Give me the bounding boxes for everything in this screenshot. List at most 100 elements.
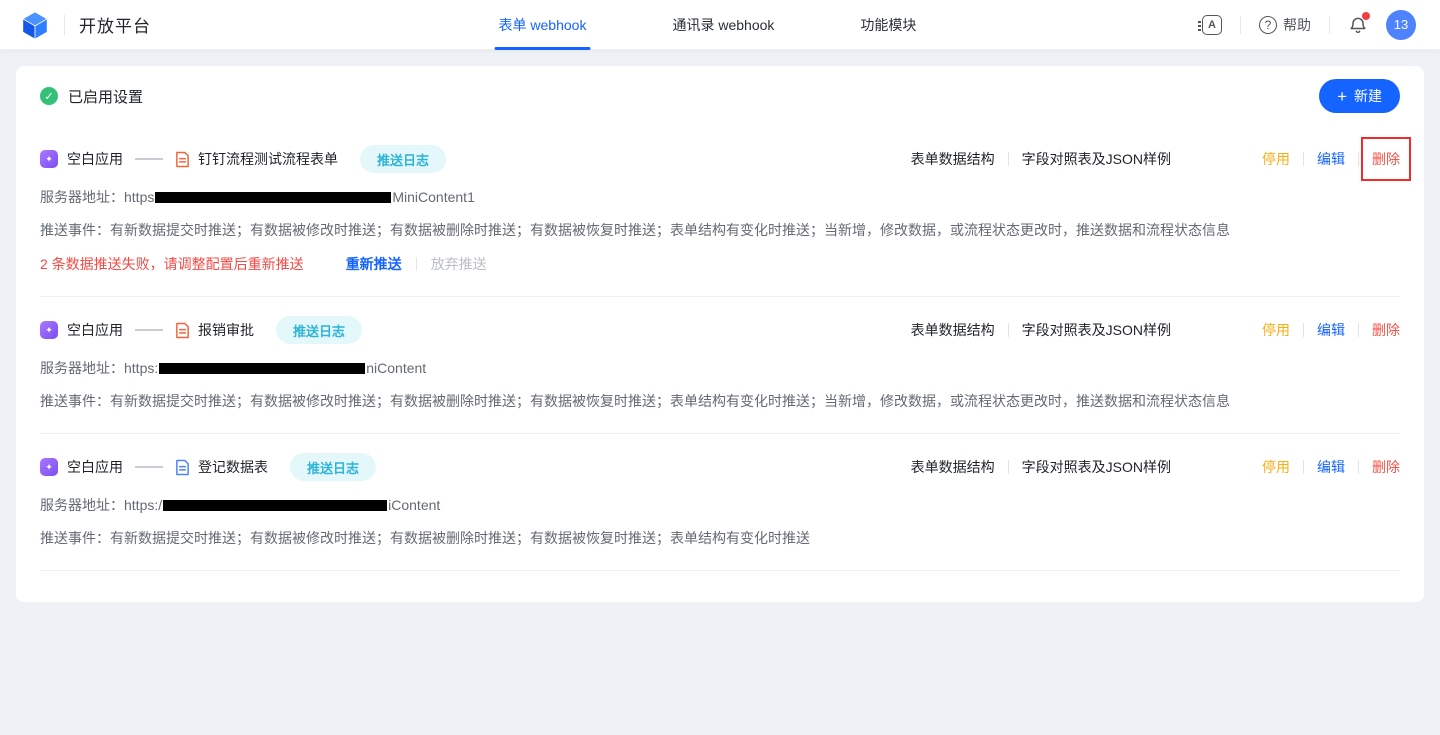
action-divider <box>1303 152 1304 166</box>
item-ops: 停用 编辑 删除 <box>1262 320 1400 340</box>
plus-icon: + <box>1337 88 1347 105</box>
field-mapping-link[interactable]: 字段对照表及JSON样例 <box>1022 320 1171 340</box>
field-mapping-link[interactable]: 字段对照表及JSON样例 <box>1022 149 1171 169</box>
delete-link[interactable]: 删除 <box>1372 151 1400 167</box>
notification-dot <box>1362 12 1370 20</box>
item-title-row: ✦ 空白应用 钉钉流程测试流程表单 推送日志 表单数据结构 字段对照表及JSON… <box>40 144 1400 174</box>
dash-connector <box>135 158 163 160</box>
action-divider <box>1358 323 1359 337</box>
action-divider <box>1008 152 1009 166</box>
avatar[interactable]: 13 <box>1386 10 1416 40</box>
form-name: 登记数据表 <box>198 457 268 477</box>
item-title-row: ✦ 空白应用 报销审批 推送日志 表单数据结构 字段对照表及JSON样例 停用 … <box>40 315 1400 345</box>
item-title-row: ✦ 空白应用 登记数据表 推送日志 表单数据结构 字段对照表及JSON样例 停用… <box>40 452 1400 482</box>
push-error-line: 2 条数据推送失败，请调整配置后重新推送 重新推送 放弃推送 <box>40 254 1400 274</box>
server-address-suffix: niContent <box>366 360 426 376</box>
disable-link[interactable]: 停用 <box>1262 457 1290 477</box>
app-name: 空白应用 <box>67 320 123 340</box>
push-error-text: 2 条数据推送失败，请调整配置后重新推送 <box>40 254 304 274</box>
disable-link[interactable]: 停用 <box>1262 320 1290 340</box>
form-structure-link[interactable]: 表单数据结构 <box>911 457 995 477</box>
form-structure-link[interactable]: 表单数据结构 <box>911 320 995 340</box>
blank-app-icon: ✦ <box>40 458 58 476</box>
action-divider <box>1358 152 1359 166</box>
create-new-button[interactable]: + 新建 <box>1319 79 1400 113</box>
blank-app-icon: ✦ <box>40 321 58 339</box>
server-address-prefix: 服务器地址：https:/ <box>40 495 162 515</box>
redaction-bar <box>159 363 365 374</box>
tab-contacts-webhook-label: 通讯录 webhook <box>672 15 774 35</box>
translate-icon: A <box>1202 15 1222 35</box>
translate-button[interactable]: A <box>1202 15 1222 35</box>
edit-link[interactable]: 编辑 <box>1317 457 1345 477</box>
action-divider <box>1303 323 1304 337</box>
item-ops: 停用 编辑 删除 <box>1262 149 1400 169</box>
notifications-button[interactable] <box>1348 15 1368 35</box>
top-navigation-bar: 开放平台 表单 webhook 通讯录 webhook 功能模块 A ? 帮助 <box>0 0 1440 50</box>
edit-link[interactable]: 编辑 <box>1317 149 1345 169</box>
form-doc-icon <box>175 322 190 339</box>
tab-form-webhook[interactable]: 表单 webhook <box>499 0 587 50</box>
delete-link[interactable]: 删除 <box>1372 457 1400 477</box>
cube-logo-icon <box>20 10 50 40</box>
server-address-suffix: MiniContent1 <box>392 189 475 205</box>
action-divider <box>1303 460 1304 474</box>
action-divider <box>1358 460 1359 474</box>
push-log-badge[interactable]: 推送日志 <box>290 453 376 481</box>
redaction-bar <box>155 192 391 203</box>
disable-link[interactable]: 停用 <box>1262 149 1290 169</box>
dash-connector <box>135 466 163 468</box>
panel-header: ✓ 已启用设置 + 新建 <box>40 66 1400 126</box>
app-name: 空白应用 <box>67 149 123 169</box>
action-divider <box>416 257 417 271</box>
webhook-item: ✦ 空白应用 登记数据表 推送日志 表单数据结构 字段对照表及JSON样例 停用… <box>40 434 1400 571</box>
retry-push-link[interactable]: 重新推送 <box>346 254 402 274</box>
form-name: 报销审批 <box>198 320 254 340</box>
enabled-settings-panel: ✓ 已启用设置 + 新建 ✦ 空白应用 钉钉流程测试流程表单 推送日志 表单数据… <box>16 66 1424 602</box>
topbar-divider <box>1240 16 1241 34</box>
red-annotation-box: 删除 <box>1361 137 1411 181</box>
item-ops: 停用 编辑 删除 <box>1262 457 1400 477</box>
server-address-line: 服务器地址：https MiniContent1 <box>40 187 1400 207</box>
create-new-label: 新建 <box>1354 86 1382 106</box>
abandon-push-link[interactable]: 放弃推送 <box>431 254 487 274</box>
server-address-prefix: 服务器地址：https: <box>40 358 158 378</box>
server-address-line: 服务器地址：https: niContent <box>40 358 1400 378</box>
item-actions: 表单数据结构 字段对照表及JSON样例 停用 编辑 删除 <box>911 320 1400 340</box>
help-button[interactable]: ? 帮助 <box>1259 15 1311 35</box>
delete-link[interactable]: 删除 <box>1372 320 1400 340</box>
push-log-badge[interactable]: 推送日志 <box>360 145 446 173</box>
panel-title: 已启用设置 <box>68 86 143 107</box>
main-tabs: 表单 webhook 通讯录 webhook 功能模块 <box>499 0 917 50</box>
topbar-right-cluster: A ? 帮助 13 <box>1202 10 1416 40</box>
form-structure-link[interactable]: 表单数据结构 <box>911 149 995 169</box>
field-mapping-link[interactable]: 字段对照表及JSON样例 <box>1022 457 1171 477</box>
action-divider <box>1008 323 1009 337</box>
tab-function-modules[interactable]: 功能模块 <box>860 0 916 50</box>
topbar-divider <box>1329 16 1330 34</box>
tab-function-modules-label: 功能模块 <box>860 15 916 35</box>
help-label: 帮助 <box>1283 15 1311 35</box>
item-actions: 表单数据结构 字段对照表及JSON样例 停用 编辑 删除 <box>911 149 1400 169</box>
webhook-item: ✦ 空白应用 钉钉流程测试流程表单 推送日志 表单数据结构 字段对照表及JSON… <box>40 126 1400 297</box>
blank-app-icon: ✦ <box>40 150 58 168</box>
question-circle-icon: ? <box>1259 16 1277 34</box>
success-check-icon: ✓ <box>40 87 58 105</box>
push-events-line: 推送事件：有新数据提交时推送；有数据被修改时推送；有数据被删除时推送；有数据被恢… <box>40 391 1400 411</box>
app-name: 空白应用 <box>67 457 123 477</box>
item-actions: 表单数据结构 字段对照表及JSON样例 停用 编辑 删除 <box>911 457 1400 477</box>
tab-contacts-webhook[interactable]: 通讯录 webhook <box>672 0 774 50</box>
server-address-prefix: 服务器地址：https <box>40 187 154 207</box>
tab-form-webhook-label: 表单 webhook <box>499 15 587 35</box>
push-events-line: 推送事件：有新数据提交时推送；有数据被修改时推送；有数据被删除时推送；有数据被恢… <box>40 220 1400 240</box>
dash-connector <box>135 329 163 331</box>
edit-link[interactable]: 编辑 <box>1317 320 1345 340</box>
action-divider <box>1008 460 1009 474</box>
form-name: 钉钉流程测试流程表单 <box>198 149 338 169</box>
redaction-bar <box>163 500 387 511</box>
push-log-badge[interactable]: 推送日志 <box>276 316 362 344</box>
webhook-item: ✦ 空白应用 报销审批 推送日志 表单数据结构 字段对照表及JSON样例 停用 … <box>40 297 1400 434</box>
page-title: 开放平台 <box>79 12 151 37</box>
server-address-suffix: iContent <box>388 497 440 513</box>
brand-divider <box>64 15 65 35</box>
